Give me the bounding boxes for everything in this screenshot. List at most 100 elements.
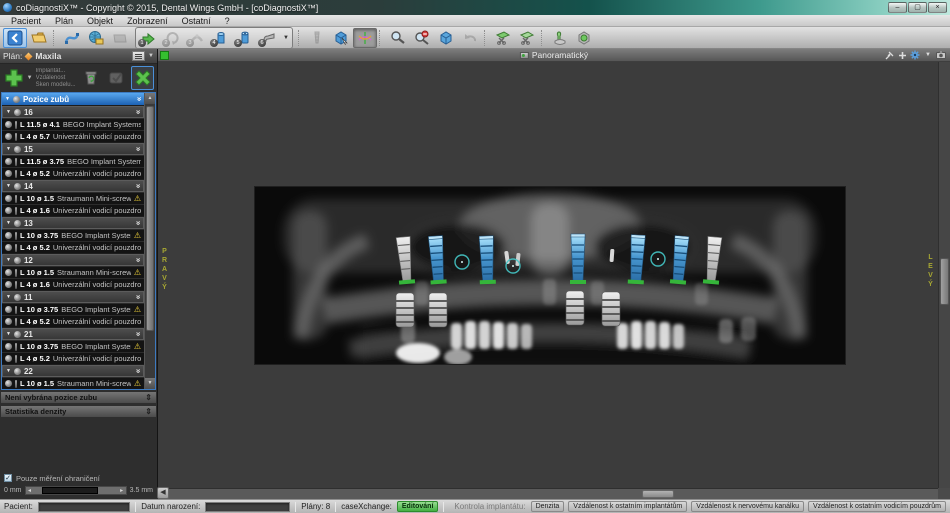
step-rotate-button[interactable]: 2 — [161, 28, 185, 48]
visibility-eye-icon[interactable] — [5, 195, 12, 202]
slider-right-arrow-icon[interactable]: ▸ — [118, 487, 126, 494]
range-slider[interactable]: ◂ ▸ — [25, 486, 127, 495]
vertical-scrollbar-thumb[interactable] — [940, 258, 949, 305]
tooth-group-header[interactable]: ▼22» — [2, 365, 144, 377]
tooth-group-header[interactable]: ▼13» — [2, 217, 144, 229]
plan-list-button[interactable] — [132, 51, 145, 61]
cube-hand-button[interactable] — [434, 28, 458, 48]
expand-group-icon[interactable]: » — [134, 295, 142, 299]
implant-item-row[interactable]: L 4 ø 1.6Univerzální vodicí pouzdro Vir.… — [2, 204, 144, 216]
implant-item-row[interactable]: L 4 ø 5.2Univerzální vodicí pouzdro Un..… — [2, 315, 144, 327]
implant-item-row[interactable]: L 10 ø 3.75BEGO Implant Systems B...⚠ — [2, 340, 144, 352]
measure-bounds-checkbox[interactable]: ✓ — [4, 474, 12, 482]
implant-item-row[interactable]: L 11.5 ø 3.75BEGO Implant Systems BE... — [2, 155, 144, 167]
collapse-panel-button[interactable]: ◀ — [157, 487, 169, 499]
menu-objekt[interactable]: Objekt — [80, 15, 120, 27]
implant-item-row[interactable]: L 4 ø 5.2Univerzální vodicí pouzdro Un..… — [2, 352, 144, 364]
slider-thumb[interactable] — [42, 487, 98, 494]
panoramic-canvas[interactable]: PRAVÝ LEVÝ — [158, 62, 938, 488]
collapse-caret-icon[interactable]: ▼ — [6, 331, 11, 337]
collapse-caret-icon[interactable]: ▼ — [6, 257, 11, 263]
visibility-eye-icon[interactable] — [13, 96, 20, 103]
undo-button[interactable] — [458, 28, 482, 48]
magnifier-button[interactable] — [386, 28, 410, 48]
expand-group-icon[interactable]: » — [134, 184, 142, 188]
expand-group-icon[interactable]: » — [134, 221, 142, 225]
visibility-eye-icon[interactable] — [5, 244, 12, 251]
edit-mode-badge[interactable]: Editování — [397, 501, 439, 512]
check-badge-density[interactable]: Denzita — [531, 501, 565, 512]
implant-item-row[interactable]: L 10 ø 3.75BEGO Implant Systems B...⚠ — [2, 229, 144, 241]
collapse-caret-icon[interactable]: ▼ — [6, 294, 11, 300]
delete-object-button[interactable] — [80, 66, 103, 90]
check-badge-nerve-distance[interactable]: Vzdálenost k nervovému kanálku — [691, 501, 804, 512]
minimize-button[interactable]: – — [888, 2, 907, 13]
plan-dropdown-caret-icon[interactable]: ▼ — [148, 53, 154, 59]
add-menu-item-implant[interactable]: Implantát... — [36, 68, 77, 75]
archive-folder-button[interactable] — [108, 28, 132, 48]
tree-scrollbar[interactable]: ▲ ▼ — [144, 93, 155, 389]
curve-tool-button[interactable] — [60, 28, 84, 48]
tooth-group-header[interactable]: ▼11» — [2, 291, 144, 303]
implant-item-row[interactable]: L 4 ø 5.2Univerzální vodicí pouzdro Un..… — [2, 241, 144, 253]
pin-view-icon[interactable] — [884, 50, 894, 60]
expand-group-icon[interactable]: » — [134, 110, 142, 114]
visibility-eye-icon[interactable] — [5, 207, 12, 214]
horizontal-scrollbar-thumb[interactable] — [642, 490, 674, 498]
visibility-eye-icon[interactable] — [5, 306, 12, 313]
section-no-position[interactable]: Není vybrána pozice zubu ⇕ — [0, 391, 157, 404]
add-menu-item-distance[interactable]: Vzdálenost — [36, 75, 77, 82]
visibility-eye-icon[interactable] — [5, 158, 12, 165]
tree-root-header[interactable]: ▼ Pozice zubů » — [2, 93, 144, 105]
scroll-down-icon[interactable]: ▼ — [145, 378, 155, 389]
section-expander-icon[interactable]: ⇕ — [145, 407, 152, 416]
check-badge-sleeve-distance[interactable]: Vzdálenost k ostatním vodicím pouzdrům — [808, 501, 946, 512]
menu-pacient[interactable]: Pacient — [4, 15, 48, 27]
expand-group-icon[interactable]: » — [134, 258, 142, 262]
implant-item-row[interactable]: L 10 ø 1.5Straumann Mini-screw⚠ — [2, 266, 144, 278]
tree-scrollbar-thumb[interactable] — [146, 106, 154, 331]
tooth-group-header[interactable]: ▼21» — [2, 328, 144, 340]
visibility-eye-icon[interactable] — [14, 294, 21, 301]
section-density-stats[interactable]: Statistika denzity ⇕ — [0, 405, 157, 418]
magnifier-off-button[interactable] — [410, 28, 434, 48]
expand-group-icon[interactable]: » — [134, 147, 142, 151]
steps-dropdown-caret-icon[interactable]: ▼ — [281, 35, 291, 41]
implant-item-row[interactable]: L 10 ø 3.75BEGO Implant Systems B...⚠ — [2, 303, 144, 315]
collapse-caret-icon[interactable]: ▼ — [6, 220, 11, 226]
visibility-eye-icon[interactable] — [5, 170, 12, 177]
visibility-eye-icon[interactable] — [5, 232, 12, 239]
visibility-eye-icon[interactable] — [14, 183, 21, 190]
export-globe-button[interactable] — [84, 28, 108, 48]
visibility-eye-icon[interactable] — [14, 146, 21, 153]
back-button[interactable] — [3, 28, 27, 48]
menu-ostatni[interactable]: Ostatní — [175, 15, 218, 27]
visibility-eye-icon[interactable] — [5, 355, 12, 362]
implant-item-row[interactable]: L 10 ø 1.5Straumann Mini-screw⚠ — [2, 377, 144, 389]
slider-left-arrow-icon[interactable]: ◂ — [26, 487, 34, 494]
implant-tool-button[interactable] — [305, 28, 329, 48]
add-view-icon[interactable] — [897, 50, 907, 60]
collapse-caret-icon[interactable]: ▼ — [6, 146, 11, 152]
cut-plane-b-button[interactable] — [515, 28, 539, 48]
menu-plan[interactable]: Plán — [48, 15, 80, 27]
plan-header[interactable]: Plán: Maxila ▼ — [0, 49, 157, 64]
collapse-caret-icon[interactable]: ▼ — [5, 96, 10, 102]
expand-group-icon[interactable]: » — [134, 369, 142, 373]
visibility-eye-icon[interactable] — [5, 343, 12, 350]
visibility-eye-icon[interactable] — [5, 318, 12, 325]
visibility-eye-icon[interactable] — [14, 220, 21, 227]
close-button[interactable]: × — [928, 2, 947, 13]
step-drill-button[interactable]: 6 — [257, 28, 281, 48]
add-menu-item-scan[interactable]: Sken modelu... — [36, 82, 77, 89]
visibility-eye-icon[interactable] — [5, 269, 12, 276]
implant-item-row[interactable]: L 11.5 ø 4.1BEGO Implant Systems BE... — [2, 118, 144, 130]
step-pano-button[interactable]: 3 — [185, 28, 209, 48]
snapshot-camera-icon[interactable] — [936, 50, 946, 60]
add-object-button[interactable] — [3, 66, 26, 90]
visibility-eye-icon[interactable] — [5, 133, 12, 140]
visibility-eye-icon[interactable] — [14, 257, 21, 264]
menu-zobrazeni[interactable]: Zobrazení — [120, 15, 175, 27]
maximize-button[interactable]: ▢ — [908, 2, 927, 13]
cube-select-button[interactable] — [329, 28, 353, 48]
